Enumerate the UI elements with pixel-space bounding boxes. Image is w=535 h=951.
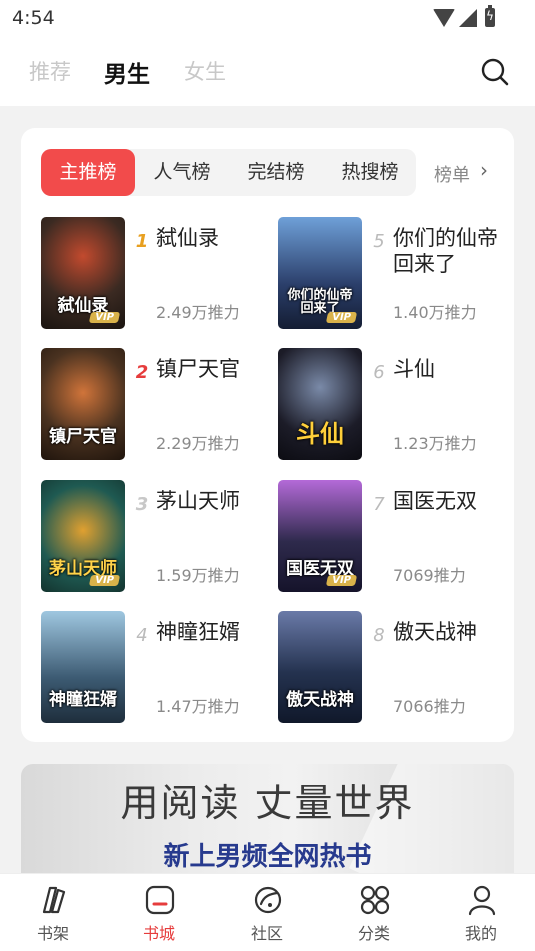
community-icon: [254, 886, 282, 914]
vip-badge: VIP: [89, 575, 121, 586]
tab-hot-search-rank[interactable]: 热搜榜: [323, 149, 417, 196]
book-title[interactable]: 茅山天师: [156, 488, 266, 514]
book-heat: 7066推力: [393, 697, 466, 716]
nav-community[interactable]: 社区: [232, 874, 302, 951]
status-time: 4:54: [12, 7, 55, 29]
rank-number: 2: [135, 362, 149, 383]
rank-number: 1: [135, 231, 149, 252]
cover-title: 镇尸天官: [49, 427, 117, 447]
nav-label: 我的: [464, 924, 497, 943]
status-bar: 4:54: [0, 0, 535, 36]
book-cover[interactable]: 斗仙: [278, 348, 362, 460]
book-item[interactable]: 傲天战神 8 傲天战神 7066推力: [278, 611, 508, 723]
category-icon: [360, 885, 390, 915]
nav-label: 书架: [36, 924, 69, 943]
book-title[interactable]: 你们的仙帝回来了: [393, 225, 503, 277]
book-heat: 1.59万推力: [156, 566, 240, 585]
bottom-nav: 书架 书城 社区 分类 我的: [0, 873, 535, 951]
vip-badge: VIP: [326, 312, 358, 323]
rank-number: 5: [373, 231, 385, 252]
book-heat: 1.47万推力: [156, 697, 240, 716]
nav-label: 书城: [142, 924, 175, 943]
book-title[interactable]: 国医无双: [393, 488, 503, 514]
banner-headline: 用阅读 丈量世界: [120, 781, 415, 825]
battery-icon: [485, 5, 495, 27]
nav-label: 分类: [357, 924, 390, 943]
vip-badge: VIP: [89, 312, 121, 323]
promo-banner[interactable]: 用阅读 丈量世界 新上男频全网热书: [21, 764, 514, 884]
book-heat: 1.23万推力: [393, 434, 477, 453]
status-icons: [433, 5, 495, 27]
tab-main-rank[interactable]: 主推榜: [41, 149, 135, 196]
book-item[interactable]: 镇尸天官 2 镇尸天官 2.29万推力: [41, 348, 271, 460]
book-cover[interactable]: 弑仙录 VIP: [41, 217, 125, 329]
tab-male[interactable]: 男生: [104, 55, 150, 89]
bookstore-icon: [145, 885, 175, 915]
rank-list-more[interactable]: 榜单: [434, 161, 470, 187]
bookshelf-icon: [42, 886, 66, 914]
signal-icon: [459, 8, 477, 27]
rank-number: 6: [373, 362, 385, 383]
top-nav: 推荐 男生 女生: [0, 36, 535, 106]
book-title[interactable]: 傲天战神: [393, 619, 503, 645]
book-cover[interactable]: 你们的仙帝回来了 VIP: [278, 217, 362, 329]
rank-number: 7: [373, 494, 385, 515]
book-cover[interactable]: 傲天战神: [278, 611, 362, 723]
tab-female[interactable]: 女生: [184, 56, 226, 86]
wifi-icon: [433, 8, 455, 27]
book-title[interactable]: 弑仙录: [156, 225, 266, 251]
cover-title: 斗仙: [296, 420, 344, 448]
search-icon[interactable]: [481, 58, 509, 86]
book-cover[interactable]: 茅山天师 VIP: [41, 480, 125, 592]
nav-bookstore[interactable]: 书城: [124, 874, 194, 951]
rank-number: 3: [135, 494, 149, 515]
chevron-right-icon[interactable]: ›: [480, 158, 488, 182]
book-title[interactable]: 斗仙: [393, 356, 503, 382]
book-item[interactable]: 神瞳狂婿 4 神瞳狂婿 1.47万推力: [41, 611, 271, 723]
vip-badge: VIP: [326, 575, 358, 586]
book-item[interactable]: 茅山天师 VIP 3 茅山天师 1.59万推力: [41, 480, 271, 592]
banner-subline: 新上男频全网热书: [163, 842, 372, 872]
nav-profile[interactable]: 我的: [446, 874, 516, 951]
tab-popular-rank[interactable]: 人气榜: [135, 149, 229, 196]
rank-number: 4: [136, 625, 148, 646]
book-cover[interactable]: 国医无双 VIP: [278, 480, 362, 592]
rank-tab-bar: 主推榜 人气榜 完结榜 热搜榜: [41, 149, 416, 196]
book-cover[interactable]: 神瞳狂婿: [41, 611, 125, 723]
book-item[interactable]: 国医无双 VIP 7 国医无双 7069推力: [278, 480, 508, 592]
tab-recommend[interactable]: 推荐: [29, 56, 71, 86]
nav-bookshelf[interactable]: 书架: [18, 874, 88, 951]
book-title[interactable]: 神瞳狂婿: [156, 619, 266, 645]
book-item[interactable]: 你们的仙帝回来了 VIP 5 你们的仙帝回来了 1.40万推力: [278, 217, 508, 329]
book-heat: 2.29万推力: [156, 434, 240, 453]
book-item[interactable]: 斗仙 6 斗仙 1.23万推力: [278, 348, 508, 460]
book-heat: 7069推力: [393, 566, 466, 585]
book-heat: 2.49万推力: [156, 303, 240, 322]
book-item[interactable]: 弑仙录 VIP 1 弑仙录 2.49万推力: [41, 217, 271, 329]
cover-title: 神瞳狂婿: [49, 690, 117, 710]
nav-label: 社区: [250, 924, 283, 943]
book-cover[interactable]: 镇尸天官: [41, 348, 125, 460]
profile-icon: [468, 885, 496, 916]
cover-title: 傲天战神: [286, 690, 354, 710]
nav-category[interactable]: 分类: [339, 874, 409, 951]
tab-finished-rank[interactable]: 完结榜: [229, 149, 323, 196]
rank-number: 8: [373, 625, 385, 646]
book-title[interactable]: 镇尸天官: [156, 356, 266, 382]
ranking-card: 主推榜 人气榜 完结榜 热搜榜 榜单 › 弑仙录 VIP 1 弑仙录 2.49万…: [21, 128, 514, 742]
book-heat: 1.40万推力: [393, 303, 477, 322]
